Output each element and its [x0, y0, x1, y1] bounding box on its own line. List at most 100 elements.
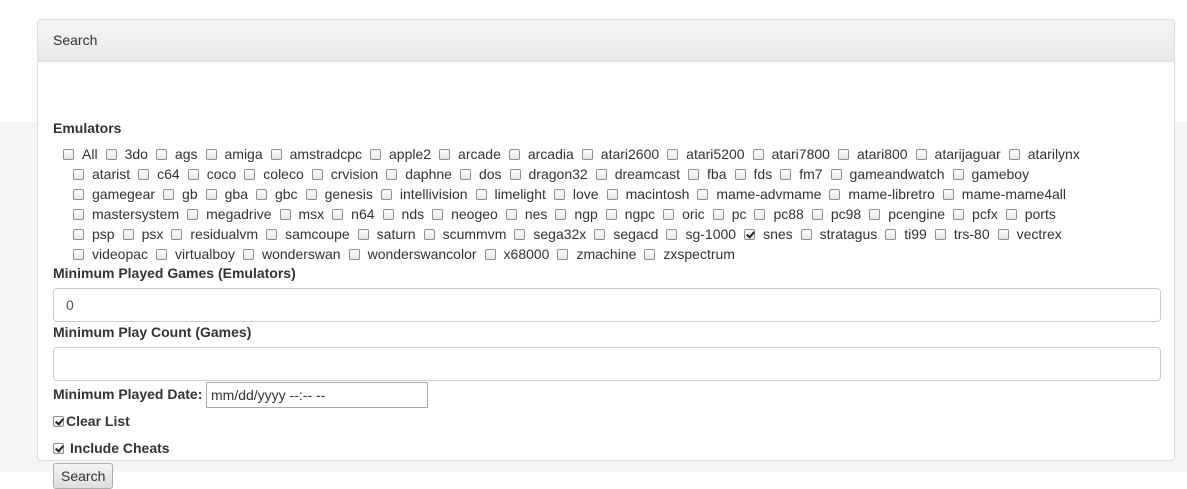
min-played-date-input[interactable]: mm/dd/yyyy --:-- -- [206, 382, 428, 408]
emulator-option[interactable]: scummvm [423, 224, 506, 244]
emulator-checkbox[interactable] [155, 148, 167, 160]
emulator-option[interactable]: mame-mame4all [942, 184, 1066, 204]
emulator-checkbox[interactable] [1005, 208, 1017, 220]
emulator-option[interactable]: zxspectrum [644, 244, 735, 264]
emulator-checkbox[interactable] [553, 188, 565, 200]
emulator-checkbox[interactable] [953, 208, 965, 220]
emulator-checkbox[interactable] [423, 228, 435, 240]
emulator-option[interactable]: dreamcast [595, 164, 680, 184]
emulator-checkbox[interactable] [869, 208, 881, 220]
emulator-option[interactable]: pcfx [953, 204, 998, 224]
emulator-option[interactable]: gameboy [952, 164, 1029, 184]
emulator-checkbox[interactable] [505, 208, 517, 220]
emulator-checkbox[interactable] [73, 208, 84, 220]
emulator-checkbox[interactable] [122, 228, 134, 240]
emulator-option[interactable]: pcengine [869, 204, 945, 224]
emulator-option[interactable]: mastersystem [73, 204, 179, 224]
emulator-checkbox[interactable] [666, 228, 678, 240]
emulator-option[interactable]: saturn [357, 224, 416, 244]
emulator-option[interactable]: coco [187, 164, 236, 184]
emulator-checkbox[interactable] [484, 248, 496, 260]
emulator-option[interactable]: c64 [138, 164, 180, 184]
emulator-checkbox[interactable] [459, 168, 471, 180]
emulator-checkbox[interactable] [594, 228, 606, 240]
emulator-checkbox[interactable] [752, 148, 764, 160]
emulator-option[interactable]: segacd [594, 224, 658, 244]
emulator-checkbox[interactable] [514, 228, 526, 240]
emulator-checkbox[interactable] [581, 148, 593, 160]
emulator-checkbox[interactable] [380, 188, 392, 200]
emulator-option[interactable]: mame-libretro [829, 184, 935, 204]
emulator-checkbox[interactable] [830, 168, 842, 180]
emulator-option[interactable]: virtualboy [156, 244, 235, 264]
emulator-option[interactable]: residualvm [171, 224, 258, 244]
emulator-option[interactable]: stratagus [800, 224, 877, 244]
emulator-option[interactable]: x68000 [484, 244, 549, 264]
emulator-option[interactable]: arcade [439, 144, 501, 164]
emulator-option[interactable]: atari800 [837, 144, 908, 164]
emulator-checkbox[interactable] [63, 148, 74, 160]
emulator-option[interactable]: msx [279, 204, 324, 224]
emulator-option[interactable]: atari5200 [667, 144, 745, 164]
emulator-option[interactable]: crvision [311, 164, 378, 184]
emulator-checkbox[interactable] [508, 148, 520, 160]
emulator-checkbox[interactable] [439, 148, 451, 160]
emulator-checkbox[interactable] [688, 168, 700, 180]
emulator-checkbox[interactable] [605, 208, 617, 220]
clear-list-checkbox[interactable] [53, 415, 64, 427]
emulator-option[interactable]: daphne [386, 164, 452, 184]
emulator-checkbox[interactable] [205, 148, 217, 160]
emulator-checkbox[interactable] [187, 208, 199, 220]
emulator-option[interactable]: gba [205, 184, 248, 204]
emulator-option[interactable]: atarist [73, 164, 130, 184]
emulator-option[interactable]: sega32x [514, 224, 586, 244]
emulator-checkbox[interactable] [509, 168, 521, 180]
emulator-checkbox[interactable] [138, 168, 150, 180]
emulator-option[interactable]: mame-advmame [697, 184, 821, 204]
emulator-checkbox[interactable] [712, 208, 724, 220]
emulator-option[interactable]: oric [663, 204, 705, 224]
emulator-checkbox[interactable] [357, 228, 369, 240]
min-played-games-input[interactable]: 0 [53, 288, 1161, 322]
emulator-checkbox[interactable] [187, 168, 199, 180]
emulator-option[interactable]: atarijaguar [915, 144, 1001, 164]
emulator-option[interactable]: n64 [332, 204, 375, 224]
emulator-checkbox[interactable] [386, 168, 398, 180]
emulator-checkbox[interactable] [279, 208, 291, 220]
emulator-checkbox[interactable] [163, 188, 175, 200]
emulator-option[interactable]: vectrex [997, 224, 1062, 244]
emulator-checkbox[interactable] [105, 148, 117, 160]
emulator-option[interactable]: wonderswancolor [348, 244, 477, 264]
emulator-option[interactable]: amstradcpc [270, 144, 362, 164]
emulator-option[interactable]: gb [163, 184, 198, 204]
emulator-checkbox[interactable] [754, 208, 766, 220]
min-play-count-input[interactable] [53, 347, 1161, 381]
emulator-checkbox[interactable] [270, 148, 282, 160]
emulator-option[interactable]: pc [712, 204, 746, 224]
emulator-option[interactable]: fds [734, 164, 772, 184]
emulator-option[interactable]: psx [122, 224, 163, 244]
emulator-option[interactable]: gamegear [73, 184, 155, 204]
emulator-option[interactable]: sg-1000 [666, 224, 736, 244]
emulator-option[interactable]: megadrive [187, 204, 272, 224]
emulator-checkbox[interactable] [305, 188, 317, 200]
emulator-checkbox[interactable] [557, 248, 569, 260]
emulator-checkbox[interactable] [311, 168, 323, 180]
emulator-checkbox[interactable] [885, 228, 897, 240]
emulator-checkbox[interactable] [837, 148, 849, 160]
emulator-checkbox[interactable] [811, 208, 823, 220]
emulator-option[interactable]: snes [744, 224, 793, 244]
emulator-option[interactable]: videopac [73, 244, 148, 264]
emulator-option[interactable]: neogeo [432, 204, 498, 224]
emulator-checkbox[interactable] [934, 228, 946, 240]
emulator-option[interactable]: ports [1005, 204, 1056, 224]
emulator-option[interactable]: nes [505, 204, 547, 224]
emulator-checkbox[interactable] [667, 148, 679, 160]
emulator-option[interactable]: limelight [475, 184, 546, 204]
emulator-checkbox[interactable] [73, 228, 84, 240]
emulator-option[interactable]: zmachine [557, 244, 636, 264]
emulator-option[interactable]: ngp [555, 204, 598, 224]
emulator-checkbox[interactable] [800, 228, 812, 240]
include-cheats-checkbox[interactable] [53, 442, 64, 454]
emulator-checkbox[interactable] [171, 228, 183, 240]
